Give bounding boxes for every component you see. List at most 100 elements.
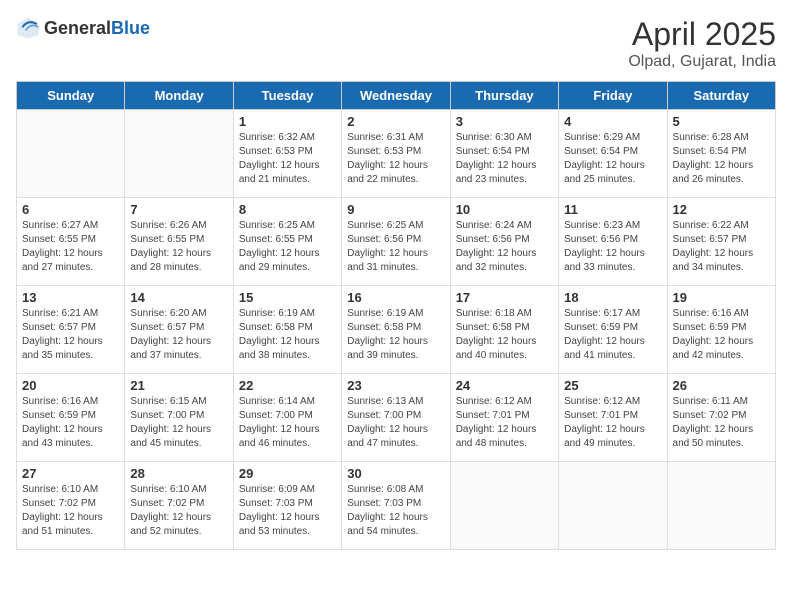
day-info: Sunrise: 6:22 AM Sunset: 6:57 PM Dayligh… [673, 219, 770, 275]
day-cell-13: 13 Sunrise: 6:21 AM Sunset: 6:57 PM Dayli… [17, 286, 125, 374]
logo-blue: Blue [111, 18, 150, 38]
day-number: 24 [456, 378, 553, 393]
page: GeneralBlue April 2025 Olpad, Gujarat, I… [0, 0, 792, 612]
day-cell-24: 24 Sunrise: 6:12 AM Sunset: 7:01 PM Dayli… [450, 374, 558, 462]
day-cell-12: 12 Sunrise: 6:22 AM Sunset: 6:57 PM Dayli… [667, 198, 775, 286]
day-cell-18: 18 Sunrise: 6:17 AM Sunset: 6:59 PM Dayli… [559, 286, 667, 374]
day-info: Sunrise: 6:18 AM Sunset: 6:58 PM Dayligh… [456, 307, 553, 363]
day-info: Sunrise: 6:29 AM Sunset: 6:54 PM Dayligh… [564, 131, 661, 187]
day-cell-9: 9Sunrise: 6:25 AM Sunset: 6:56 PM Daylig… [342, 198, 450, 286]
day-number: 16 [347, 290, 444, 305]
day-info: Sunrise: 6:23 AM Sunset: 6:56 PM Dayligh… [564, 219, 661, 275]
day-info: Sunrise: 6:13 AM Sunset: 7:00 PM Dayligh… [347, 395, 444, 451]
day-cell-3: 3 Sunrise: 6:30 AM Sunset: 6:54 PM Daylig… [450, 110, 558, 198]
week-row-3: 13 Sunrise: 6:21 AM Sunset: 6:57 PM Dayli… [17, 286, 776, 374]
day-cell-6: 6 Sunrise: 6:27 AM Sunset: 6:55 PM Daylig… [17, 198, 125, 286]
day-info: Sunrise: 6:27 AM Sunset: 6:55 PM Dayligh… [22, 219, 119, 275]
day-cell-7: 7Sunrise: 6:26 AM Sunset: 6:55 PM Daylig… [125, 198, 233, 286]
day-info: Sunrise: 6:10 AM Sunset: 7:02 PM Dayligh… [130, 483, 227, 539]
day-number: 22 [239, 378, 336, 393]
day-info: Sunrise: 6:14 AM Sunset: 7:00 PM Dayligh… [239, 395, 336, 451]
day-info: Sunrise: 6:15 AM Sunset: 7:00 PM Dayligh… [130, 395, 227, 451]
day-number: 7 [130, 202, 227, 217]
day-cell-26: 26 Sunrise: 6:11 AM Sunset: 7:02 PM Dayli… [667, 374, 775, 462]
day-number: 30 [347, 466, 444, 481]
day-info: Sunrise: 6:28 AM Sunset: 6:54 PM Dayligh… [673, 131, 770, 187]
day-info: Sunrise: 6:25 AM Sunset: 6:55 PM Dayligh… [239, 219, 336, 275]
day-cell-empty [17, 110, 125, 198]
day-cell-22: 22 Sunrise: 6:14 AM Sunset: 7:00 PM Dayli… [233, 374, 341, 462]
day-info: Sunrise: 6:30 AM Sunset: 6:54 PM Dayligh… [456, 131, 553, 187]
day-number: 19 [673, 290, 770, 305]
day-number: 4 [564, 114, 661, 129]
day-info: Sunrise: 6:24 AM Sunset: 6:56 PM Dayligh… [456, 219, 553, 275]
day-number: 3 [456, 114, 553, 129]
day-number: 8 [239, 202, 336, 217]
day-number: 1 [239, 114, 336, 129]
day-number: 20 [22, 378, 119, 393]
day-cell-28: 28Sunrise: 6:10 AM Sunset: 7:02 PM Dayli… [125, 462, 233, 550]
day-cell-empty [125, 110, 233, 198]
day-number: 27 [22, 466, 119, 481]
day-cell-27: 27 Sunrise: 6:10 AM Sunset: 7:02 PM Dayli… [17, 462, 125, 550]
day-info: Sunrise: 6:21 AM Sunset: 6:57 PM Dayligh… [22, 307, 119, 363]
header-row: SundayMondayTuesdayWednesdayThursdayFrid… [17, 82, 776, 110]
week-row-1: 1 Sunrise: 6:32 AM Sunset: 6:53 PM Daylig… [17, 110, 776, 198]
day-header-wednesday: Wednesday [342, 82, 450, 110]
day-number: 15 [239, 290, 336, 305]
day-number: 25 [564, 378, 661, 393]
day-cell-8: 8 Sunrise: 6:25 AM Sunset: 6:55 PM Daylig… [233, 198, 341, 286]
day-cell-15: 15 Sunrise: 6:19 AM Sunset: 6:58 PM Dayli… [233, 286, 341, 374]
day-cell-23: 23 Sunrise: 6:13 AM Sunset: 7:00 PM Dayli… [342, 374, 450, 462]
day-info: Sunrise: 6:08 AM Sunset: 7:03 PM Dayligh… [347, 483, 444, 539]
location: Olpad, Gujarat, India [628, 53, 776, 71]
day-number: 17 [456, 290, 553, 305]
day-info: Sunrise: 6:19 AM Sunset: 6:58 PM Dayligh… [239, 307, 336, 363]
day-number: 6 [22, 202, 119, 217]
logo-text: GeneralBlue [44, 18, 150, 39]
day-info: Sunrise: 6:10 AM Sunset: 7:02 PM Dayligh… [22, 483, 119, 539]
day-cell-29: 29Sunrise: 6:09 AM Sunset: 7:03 PM Dayli… [233, 462, 341, 550]
title-area: April 2025 Olpad, Gujarat, India [628, 16, 776, 71]
day-cell-empty [450, 462, 558, 550]
logo-general: General [44, 18, 111, 38]
day-header-saturday: Saturday [667, 82, 775, 110]
day-cell-empty [559, 462, 667, 550]
day-cell-10: 10 Sunrise: 6:24 AM Sunset: 6:56 PM Dayli… [450, 198, 558, 286]
day-header-tuesday: Tuesday [233, 82, 341, 110]
day-info: Sunrise: 6:32 AM Sunset: 6:53 PM Dayligh… [239, 131, 336, 187]
day-cell-2: 2Sunrise: 6:31 AM Sunset: 6:53 PM Daylig… [342, 110, 450, 198]
day-cell-16: 16 Sunrise: 6:19 AM Sunset: 6:58 PM Dayli… [342, 286, 450, 374]
day-info: Sunrise: 6:11 AM Sunset: 7:02 PM Dayligh… [673, 395, 770, 451]
day-cell-25: 25 Sunrise: 6:12 AM Sunset: 7:01 PM Dayli… [559, 374, 667, 462]
day-cell-21: 21Sunrise: 6:15 AM Sunset: 7:00 PM Dayli… [125, 374, 233, 462]
day-number: 26 [673, 378, 770, 393]
day-number: 10 [456, 202, 553, 217]
day-info: Sunrise: 6:16 AM Sunset: 6:59 PM Dayligh… [22, 395, 119, 451]
day-cell-14: 14 Sunrise: 6:20 AM Sunset: 6:57 PM Dayli… [125, 286, 233, 374]
day-number: 18 [564, 290, 661, 305]
day-number: 23 [347, 378, 444, 393]
day-cell-30: 30 Sunrise: 6:08 AM Sunset: 7:03 PM Dayli… [342, 462, 450, 550]
day-cell-4: 4 Sunrise: 6:29 AM Sunset: 6:54 PM Daylig… [559, 110, 667, 198]
day-info: Sunrise: 6:17 AM Sunset: 6:59 PM Dayligh… [564, 307, 661, 363]
day-info: Sunrise: 6:12 AM Sunset: 7:01 PM Dayligh… [564, 395, 661, 451]
week-row-2: 6 Sunrise: 6:27 AM Sunset: 6:55 PM Daylig… [17, 198, 776, 286]
day-number: 14 [130, 290, 227, 305]
calendar-table: SundayMondayTuesdayWednesdayThursdayFrid… [16, 81, 776, 550]
day-header-friday: Friday [559, 82, 667, 110]
day-info: Sunrise: 6:16 AM Sunset: 6:59 PM Dayligh… [673, 307, 770, 363]
week-row-5: 27 Sunrise: 6:10 AM Sunset: 7:02 PM Dayli… [17, 462, 776, 550]
day-number: 11 [564, 202, 661, 217]
day-number: 13 [22, 290, 119, 305]
day-number: 9 [347, 202, 444, 217]
day-info: Sunrise: 6:20 AM Sunset: 6:57 PM Dayligh… [130, 307, 227, 363]
day-cell-19: 19 Sunrise: 6:16 AM Sunset: 6:59 PM Dayli… [667, 286, 775, 374]
day-cell-1: 1 Sunrise: 6:32 AM Sunset: 6:53 PM Daylig… [233, 110, 341, 198]
day-cell-empty [667, 462, 775, 550]
day-header-sunday: Sunday [17, 82, 125, 110]
week-row-4: 20 Sunrise: 6:16 AM Sunset: 6:59 PM Dayli… [17, 374, 776, 462]
day-info: Sunrise: 6:12 AM Sunset: 7:01 PM Dayligh… [456, 395, 553, 451]
day-number: 12 [673, 202, 770, 217]
day-info: Sunrise: 6:19 AM Sunset: 6:58 PM Dayligh… [347, 307, 444, 363]
